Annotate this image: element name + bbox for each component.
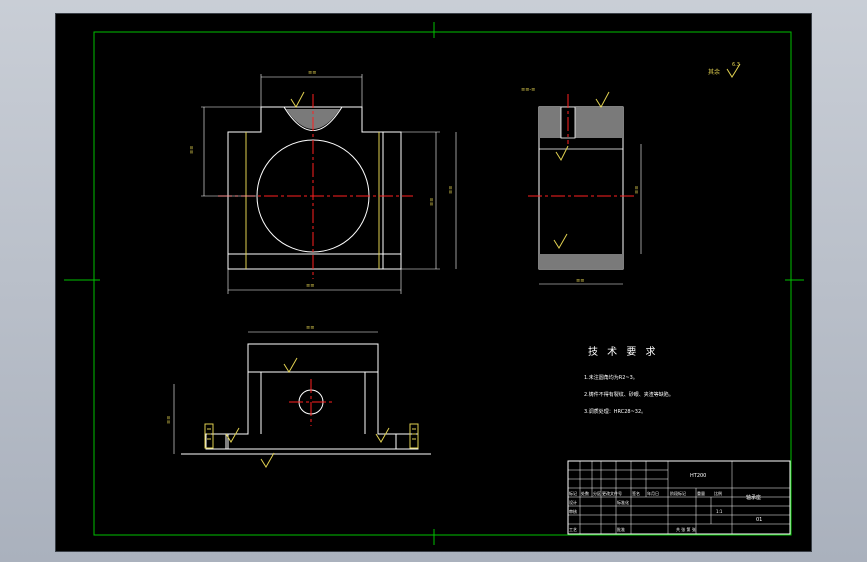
- tb-label-review: 审核: [569, 508, 577, 514]
- tb-label-standardization: 标准化: [617, 499, 629, 505]
- side-top-hatch: [539, 107, 623, 138]
- svg-text:≡≡: ≡≡: [306, 325, 314, 331]
- engineering-drawing: ≡≡ ≡≡ ≡≡ ≡≡ ≡≡ ≡≡-≡ ≡≡ ≡≡ ≡≡ ≡≡ 其余 6.3 技…: [64, 22, 804, 545]
- tb-label-approve: 批准: [617, 526, 625, 532]
- tb-label-signature: 签名: [632, 490, 640, 496]
- tech-req-item-1: 1.未注圆角均为R2~3。: [584, 374, 638, 381]
- tb-label-weight: 重量: [697, 490, 705, 496]
- sheet-border: [93, 31, 792, 536]
- side-bottom-hatch: [539, 254, 623, 269]
- part-name: 轴承座: [746, 494, 761, 501]
- roughness-note: 其余 6.3: [708, 62, 741, 78]
- front-roughness-symbol: [290, 91, 305, 108]
- tb-label-change-doc: 更改文件号: [602, 490, 622, 496]
- svg-text:≡≡: ≡≡: [308, 70, 316, 76]
- tb-label-scale: 比例: [714, 490, 722, 496]
- side-section-view: [528, 91, 642, 285]
- plan-view: [173, 331, 431, 468]
- svg-text:≡≡: ≡≡: [448, 186, 454, 194]
- tb-label-date: 年月日: [647, 490, 659, 496]
- svg-text:≡≡-≡: ≡≡-≡: [521, 87, 535, 93]
- svg-text:≡≡: ≡≡: [189, 146, 195, 154]
- centering-marks: [64, 22, 804, 545]
- tb-label-process: 工艺: [569, 527, 577, 532]
- tech-req-item-2: 2.铸件不得有裂纹、砂眼、夹渣等缺陷。: [584, 391, 674, 398]
- drawing-number: 01: [756, 517, 762, 523]
- roughness-note-label: 其余: [708, 68, 720, 76]
- front-view: [201, 74, 457, 294]
- svg-text:≡≡: ≡≡: [429, 198, 435, 206]
- tech-req-item-3: 3.调质处理：HRC28~32。: [584, 408, 646, 415]
- title-block: HT200 轴承座 01 标记 处数 分区 更改文件号 签名 年月日 设计 标准…: [567, 460, 791, 535]
- tech-req-title: 技 术 要 求: [588, 345, 659, 358]
- cad-drawing-viewport: ≡≡ ≡≡ ≡≡ ≡≡ ≡≡ ≡≡-≡ ≡≡ ≡≡ ≡≡ ≡≡ 其余 6.3 技…: [55, 13, 812, 552]
- tb-sheet: 共 张 第 张: [676, 526, 696, 532]
- svg-text:≡≡: ≡≡: [306, 283, 314, 289]
- tb-label-zone: 分区: [593, 490, 601, 496]
- tb-label-design: 设计: [569, 499, 577, 505]
- roughness-note-value: 6.3: [732, 62, 740, 68]
- plan-bolt-holes: [204, 423, 419, 449]
- tb-scale-value: 1:1: [716, 509, 723, 514]
- tb-label-stage: 阶段标记: [670, 490, 686, 496]
- material-label: HT200: [690, 473, 706, 479]
- tb-label-count: 处数: [581, 490, 589, 496]
- svg-text:≡≡: ≡≡: [166, 416, 172, 424]
- tb-label-mark: 标记: [569, 490, 577, 496]
- svg-text:≡≡: ≡≡: [634, 186, 640, 194]
- technical-requirements: 技 术 要 求 1.未注圆角均为R2~3。 2.铸件不得有裂纹、砂眼、夹渣等缺陷…: [584, 345, 674, 415]
- svg-text:≡≡: ≡≡: [576, 278, 584, 284]
